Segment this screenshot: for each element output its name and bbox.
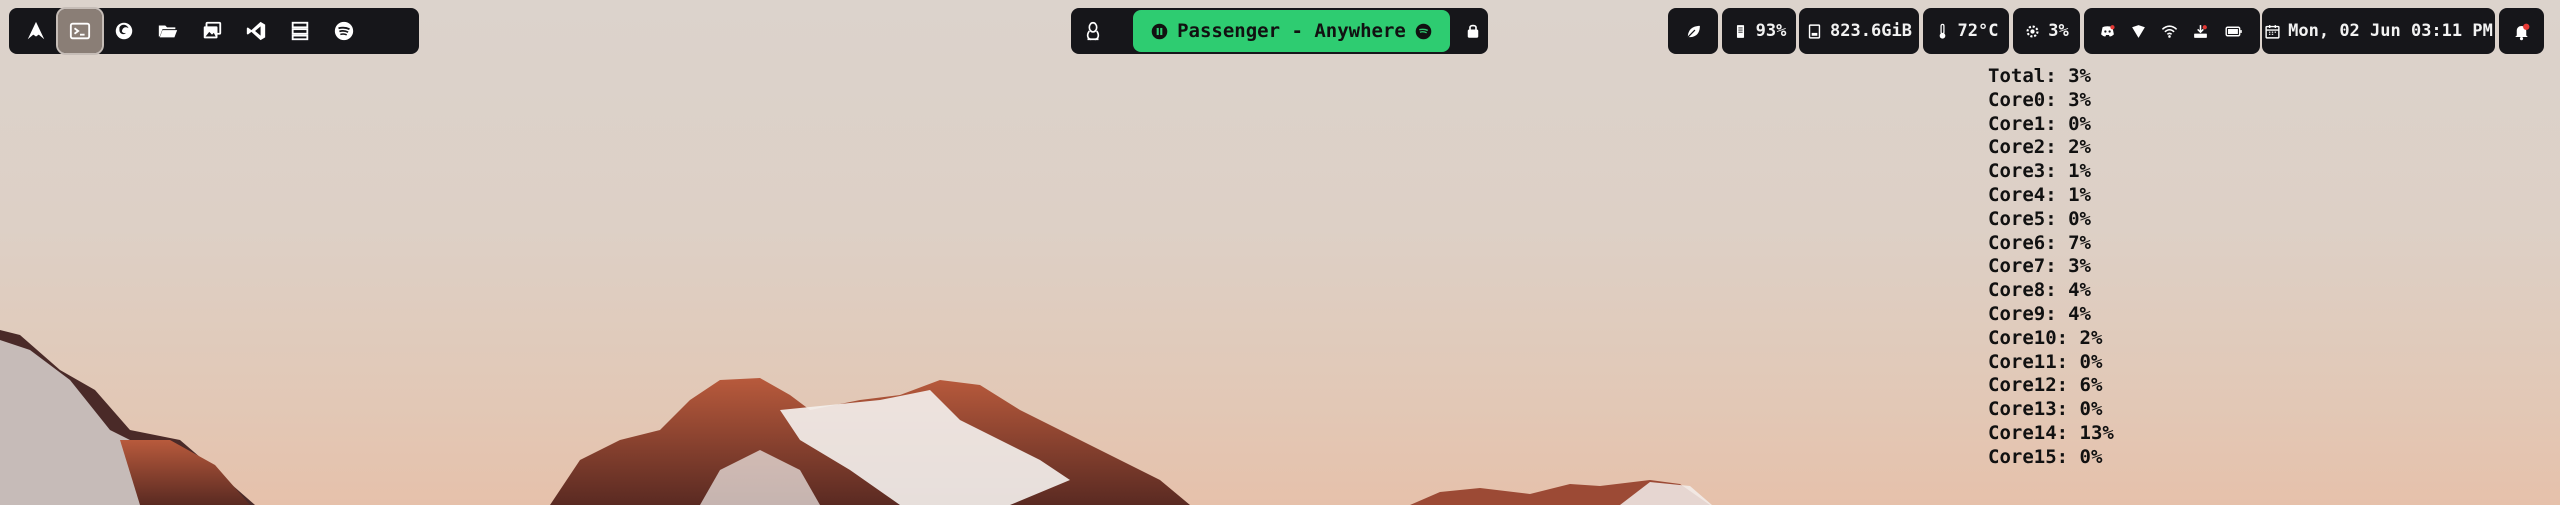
disk-value: 823.6GiB bbox=[1830, 21, 1912, 41]
cpu-core-line: Core9: 4% bbox=[1988, 302, 2091, 325]
terminal-icon[interactable] bbox=[56, 7, 104, 55]
lock-icon[interactable] bbox=[1458, 9, 1488, 53]
cpu-value: 3% bbox=[2048, 21, 2069, 41]
media-player-bar: Passenger - Anywhere bbox=[1071, 8, 1488, 54]
memory-value: 93% bbox=[1755, 21, 1787, 41]
leaf-widget[interactable] bbox=[1668, 8, 1718, 54]
disk-icon bbox=[1806, 23, 1823, 40]
cpu-core-line: Core2: 2% bbox=[1988, 136, 2091, 159]
arch-logo-icon[interactable] bbox=[14, 9, 58, 53]
cpu-core-line: Core13: 0% bbox=[1988, 398, 2103, 421]
battery-icon[interactable] bbox=[2223, 23, 2245, 40]
bell-icon bbox=[2512, 22, 2531, 41]
cpu-core-line: Core4: 1% bbox=[1988, 183, 2091, 206]
download-icon[interactable] bbox=[2192, 23, 2209, 40]
cpu-core-list: Total: 3% Core0: 3% Core1: 0% Core2: 2% Core… bbox=[1988, 65, 2114, 470]
temperature-value: 72°C bbox=[1957, 21, 1999, 41]
cpu-core-line: Core6: 7% bbox=[1988, 231, 2091, 254]
disk-widget[interactable]: 823.6GiB bbox=[1799, 8, 1919, 54]
now-playing-title: Passenger - Anywhere bbox=[1177, 20, 1406, 42]
cpu-core-line: Core11: 0% bbox=[1988, 350, 2103, 373]
app-launcher-bar bbox=[9, 7, 419, 55]
calendar-icon bbox=[2264, 23, 2281, 40]
discord-icon[interactable] bbox=[2099, 23, 2116, 40]
wallpaper-mountains bbox=[0, 330, 1712, 505]
clock-widget[interactable]: Mon, 02 Jun 03:11 PM bbox=[2262, 8, 2495, 54]
cpu-core-line: Core7: 3% bbox=[1988, 255, 2091, 278]
firefox-icon[interactable] bbox=[102, 9, 146, 53]
cpu-core-line: Core10: 2% bbox=[1988, 326, 2103, 349]
cpu-core-line: Core0: 3% bbox=[1988, 88, 2091, 111]
notifications-widget[interactable] bbox=[2499, 8, 2544, 54]
folder-open-icon[interactable] bbox=[146, 9, 190, 53]
image-gallery-icon[interactable] bbox=[190, 9, 234, 53]
cpu-core-line: Core8: 4% bbox=[1988, 279, 2091, 302]
tray-widget bbox=[2084, 8, 2260, 54]
cpu-core-line: Core5: 0% bbox=[1988, 207, 2091, 230]
cpu-core-line: Core15: 0% bbox=[1988, 445, 2103, 468]
leaf-icon bbox=[1685, 23, 1702, 40]
vscode-icon[interactable] bbox=[234, 9, 278, 53]
wifi-icon[interactable] bbox=[2161, 23, 2178, 40]
server-stack-icon[interactable] bbox=[278, 9, 322, 53]
tux-icon[interactable] bbox=[1071, 9, 1115, 53]
cpu-core-line: Core12: 6% bbox=[1988, 374, 2103, 397]
spotify-icon[interactable] bbox=[322, 9, 366, 53]
cpu-widget[interactable]: 3% bbox=[2013, 8, 2080, 54]
memory-icon bbox=[1732, 23, 1749, 40]
memory-widget[interactable]: 93% bbox=[1722, 8, 1796, 54]
now-playing-pill[interactable]: Passenger - Anywhere bbox=[1132, 10, 1451, 52]
thermometer-icon bbox=[1934, 23, 1951, 40]
cpu-core-line: Core1: 0% bbox=[1988, 112, 2091, 135]
cpu-core-line: Total: 3% bbox=[1988, 65, 2091, 87]
spotify-small-icon bbox=[1415, 23, 1432, 40]
cpu-core-line: Core14: 13% bbox=[1988, 421, 2114, 444]
datetime: Mon, 02 Jun 03:11 PM bbox=[2288, 21, 2493, 41]
cpu-core-line: Core3: 1% bbox=[1988, 160, 2091, 183]
pause-icon[interactable] bbox=[1151, 23, 1168, 40]
vpn-shield-icon[interactable] bbox=[2130, 23, 2147, 40]
temperature-widget[interactable]: 72°C bbox=[1923, 8, 2009, 54]
cpu-gear-icon bbox=[2024, 23, 2041, 40]
